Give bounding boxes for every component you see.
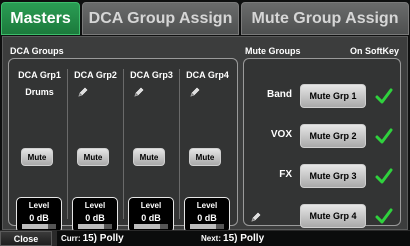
- on-softkey-title: On SoftKey: [350, 46, 400, 56]
- level-meter: [134, 224, 168, 229]
- level-value: 0 dB: [197, 213, 217, 223]
- dca-level-control[interactable]: Level 0 dB: [16, 197, 62, 233]
- tab-masters[interactable]: Masters: [1, 2, 80, 35]
- dca-group-name: DCA Grp2: [74, 70, 117, 80]
- mute-group-row: FX Mute Grp 3: [244, 164, 402, 188]
- column-divider: [179, 69, 180, 219]
- dca-group-4: DCA Grp4 Mute Level 0 dB: [181, 62, 234, 233]
- level-meter: [78, 224, 112, 229]
- next-scene-prefix: Next:: [201, 234, 222, 243]
- dca-group-name: DCA Grp1: [18, 70, 61, 80]
- mute-groups-title: Mute Groups: [245, 46, 301, 56]
- dca-mute-button[interactable]: Mute: [77, 148, 109, 166]
- mute-group-label: VOX: [270, 129, 292, 140]
- dca-level-control[interactable]: Level 0 dB: [128, 197, 174, 233]
- column-divider: [123, 69, 124, 219]
- dca-mute-button[interactable]: Mute: [133, 148, 165, 166]
- mute-group-button[interactable]: Mute Grp 4: [300, 204, 366, 228]
- dca-group-2: DCA Grp2 Mute Level 0 dB: [69, 62, 122, 233]
- dca-groups-title: DCA Groups: [10, 46, 64, 56]
- level-title: Level: [140, 201, 162, 210]
- current-scene-prefix: Curr:: [61, 234, 81, 243]
- level-title: Level: [196, 201, 218, 210]
- dca-mute-button[interactable]: Mute: [189, 148, 221, 166]
- level-title: Level: [28, 201, 50, 210]
- checkmark-icon[interactable]: [375, 167, 393, 185]
- level-title: Level: [84, 201, 106, 210]
- dca-group-label: Drums: [25, 87, 54, 97]
- mute-groups-panel: Band Mute Grp 1 VOX Mute Grp 2 FX Mute Grp 3 M…: [243, 58, 402, 228]
- column-divider: [67, 69, 68, 219]
- level-meter: [190, 224, 224, 229]
- close-button[interactable]: Close: [0, 231, 52, 246]
- masters-panel: DCA Groups Mute Groups On SoftKey DCA Gr…: [2, 36, 408, 233]
- mute-group-label: FX: [279, 169, 292, 180]
- pencil-icon[interactable]: [77, 85, 89, 97]
- level-value: 0 dB: [141, 213, 161, 223]
- mute-group-label: Band: [267, 89, 292, 100]
- next-scene-value: 15) Polly: [223, 233, 265, 244]
- current-scene: Curr: 15) Polly: [57, 231, 207, 246]
- dca-group-3: DCA Grp3 Mute Level 0 dB: [125, 62, 178, 233]
- tab-mute-group-assign[interactable]: Mute Group Assign: [241, 2, 409, 35]
- tab-dca-group-assign[interactable]: DCA Group Assign: [82, 2, 239, 35]
- level-meter-fill: [134, 224, 160, 229]
- pencil-icon[interactable]: [250, 210, 262, 222]
- dca-group-1: DCA Grp1 Drums Mute Level 0 dB: [13, 62, 66, 233]
- mute-group-button[interactable]: Mute Grp 3: [300, 164, 366, 188]
- mute-group-row: Mute Grp 4: [244, 204, 402, 228]
- mute-group-row: VOX Mute Grp 2: [244, 124, 402, 148]
- level-meter-fill: [190, 224, 216, 229]
- pencil-icon[interactable]: [133, 85, 145, 97]
- pencil-icon[interactable]: [189, 85, 201, 97]
- mute-group-button[interactable]: Mute Grp 1: [300, 84, 366, 108]
- current-scene-value: 15) Polly: [82, 233, 124, 244]
- dca-level-control[interactable]: Level 0 dB: [72, 197, 118, 233]
- checkmark-icon[interactable]: [375, 87, 393, 105]
- dca-groups-panel: DCA Grp1 Drums Mute Level 0 dB DCA Grp2 Mute Le…: [8, 58, 238, 233]
- dca-group-name: DCA Grp4: [186, 70, 229, 80]
- status-bar: Close Curr: 15) Polly Next: 15) Polly: [0, 230, 410, 246]
- tab-bar: Masters DCA Group Assign Mute Group Assi…: [0, 0, 410, 36]
- level-meter-fill: [22, 224, 48, 229]
- next-scene: Next: 15) Polly: [197, 231, 410, 246]
- mute-group-button[interactable]: Mute Grp 2: [300, 124, 366, 148]
- dca-mute-button[interactable]: Mute: [21, 148, 53, 166]
- dca-group-name: DCA Grp3: [130, 70, 173, 80]
- level-value: 0 dB: [85, 213, 105, 223]
- checkmark-icon[interactable]: [375, 207, 393, 225]
- level-meter: [22, 224, 56, 229]
- dca-level-control[interactable]: Level 0 dB: [184, 197, 230, 233]
- checkmark-icon[interactable]: [375, 127, 393, 145]
- level-meter-fill: [78, 224, 104, 229]
- level-value: 0 dB: [29, 213, 49, 223]
- mute-group-row: Band Mute Grp 1: [244, 84, 402, 108]
